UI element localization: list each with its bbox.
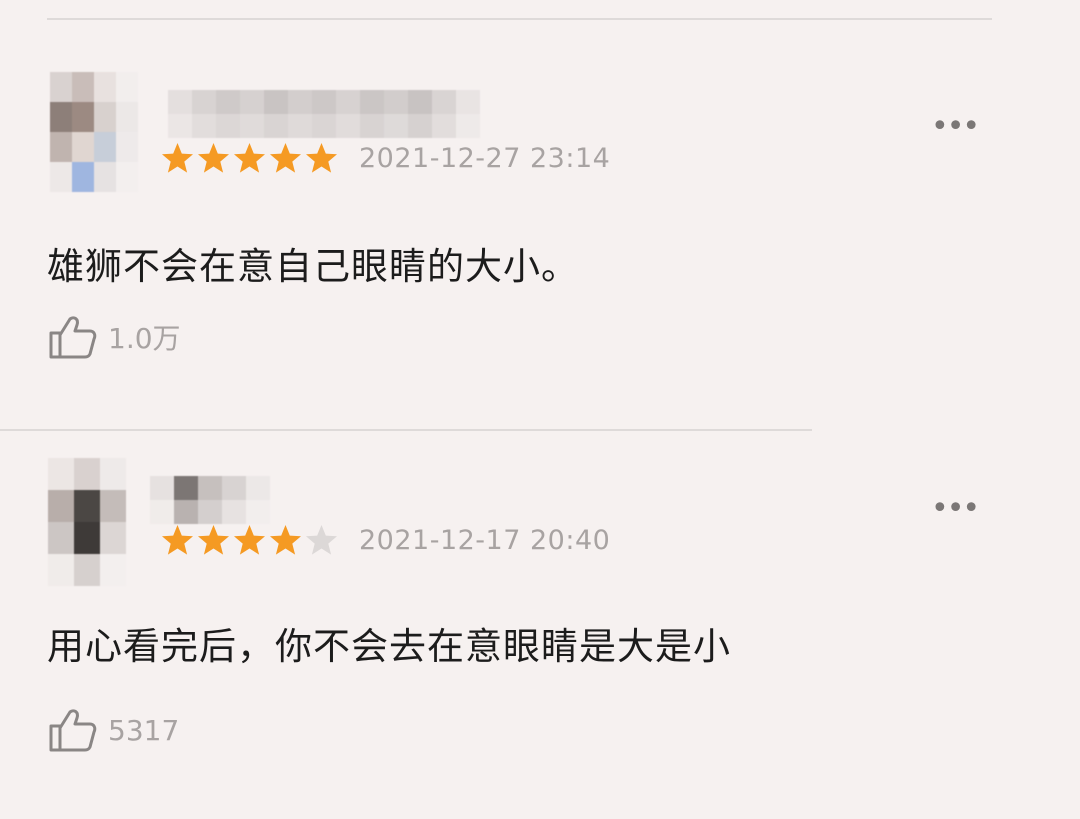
comment-text: 雄狮不会在意自己眼睛的大小。 (47, 245, 579, 288)
user-name[interactable] (168, 90, 480, 138)
like-button[interactable]: 5317 (48, 706, 179, 754)
rating-row: 2021-12-17 20:40 (160, 522, 610, 558)
comment-date: 2021-12-17 20:40 (359, 524, 611, 556)
star-filled-icon (234, 525, 265, 555)
like-count: 1.0万 (108, 322, 181, 355)
star-empty-icon (306, 525, 337, 555)
comment-date: 2021-12-27 23:14 (359, 142, 611, 174)
star-filled-icon (306, 143, 337, 173)
star-filled-icon (162, 143, 193, 173)
user-avatar[interactable] (48, 458, 126, 586)
comment-divider (0, 429, 812, 431)
star-filled-icon (198, 525, 229, 555)
comment-text: 用心看完后，你不会去在意眼睛是大是小 (47, 625, 731, 668)
user-avatar[interactable] (50, 72, 138, 192)
star-filled-icon (198, 143, 229, 173)
more-options-icon[interactable]: ••• (931, 494, 980, 524)
star-filled-icon (234, 143, 265, 173)
like-button[interactable]: 1.0万 (48, 313, 181, 361)
user-name[interactable] (150, 476, 270, 524)
star-rating (160, 523, 339, 557)
like-count: 5317 (108, 713, 180, 747)
star-rating (160, 141, 339, 175)
thumbs-up-icon (49, 316, 97, 359)
star-filled-icon (270, 143, 301, 173)
star-filled-icon (270, 525, 301, 555)
star-filled-icon (162, 525, 193, 555)
thumbs-up-icon (49, 709, 97, 752)
rating-row: 2021-12-27 23:14 (160, 140, 610, 176)
more-options-icon[interactable]: ••• (931, 112, 980, 142)
top-divider (47, 18, 992, 20)
